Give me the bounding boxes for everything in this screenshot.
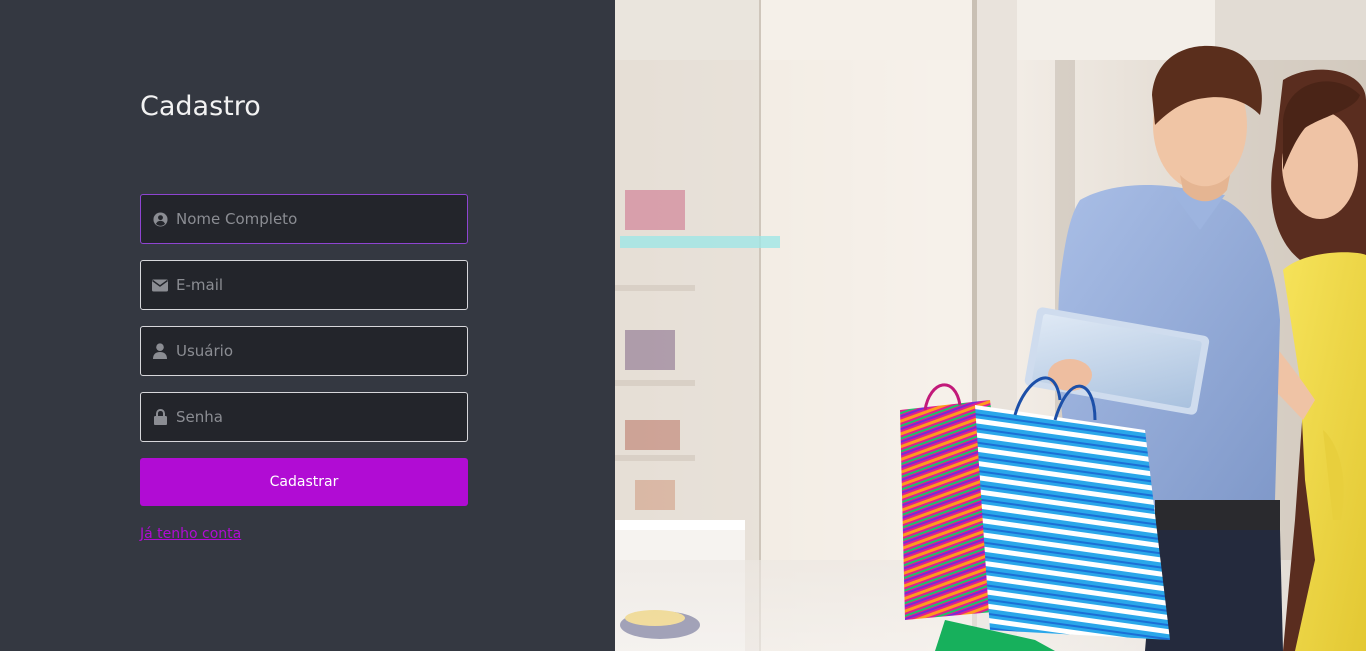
register-button[interactable]: Cadastrar [140, 458, 468, 506]
full-name-input[interactable] [176, 195, 467, 243]
username-input[interactable] [176, 327, 467, 375]
username-field[interactable] [140, 326, 468, 376]
signup-form: Cadastro Nome Completo E-mail Usuário Ca… [140, 90, 468, 542]
signup-page: Cadastro Nome Completo E-mail Usuário Ca… [0, 0, 1366, 651]
already-have-account-link[interactable]: Já tenho conta [140, 526, 241, 542]
full-name-field[interactable] [140, 194, 468, 244]
user-icon [152, 343, 168, 359]
page-title: Cadastro [140, 91, 261, 122]
form-panel: Cadastro Nome Completo E-mail Usuário Ca… [0, 0, 615, 651]
couple-shopping-illustration [615, 0, 1366, 651]
lock-icon [152, 409, 168, 425]
email-field[interactable] [140, 260, 468, 310]
hero-image [615, 0, 1366, 651]
email-input[interactable] [176, 261, 467, 309]
password-input[interactable] [176, 393, 467, 441]
envelope-icon [152, 277, 168, 293]
user-circle-icon [152, 211, 168, 227]
password-field[interactable] [140, 392, 468, 442]
